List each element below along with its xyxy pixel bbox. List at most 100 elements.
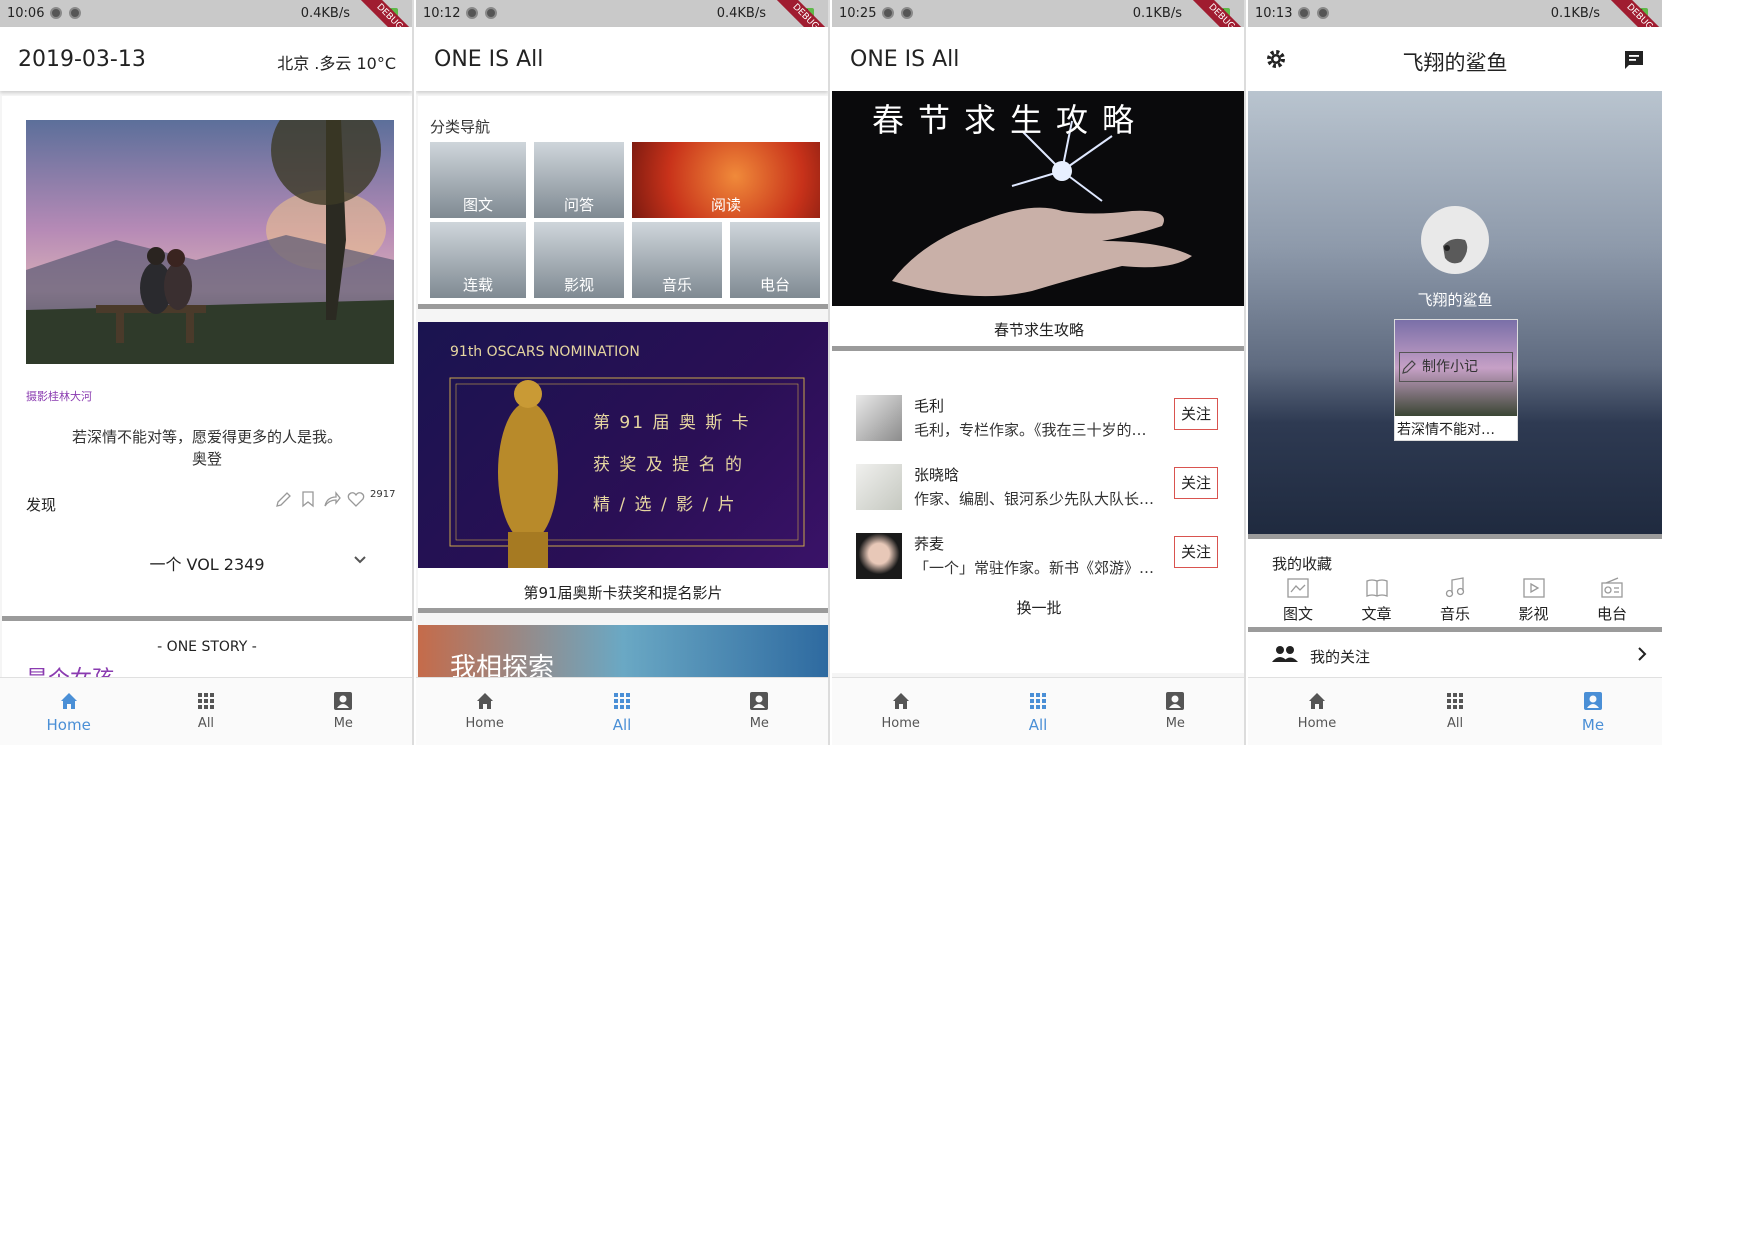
apps-grid-icon: [1444, 690, 1466, 712]
story-card[interactable]: - ONE STORY - 是个女孩: [2, 621, 412, 692]
nav-all[interactable]: All: [553, 678, 690, 745]
status-notification-icons: [466, 7, 497, 19]
account-box-icon: [1582, 690, 1604, 712]
follow-button[interactable]: 关注: [1174, 467, 1218, 499]
page-title: ONE IS All: [850, 47, 960, 72]
quote-author: 奥登: [191, 450, 222, 468]
status-bar: 10:25 0.1KB/s 75 DEBUG: [832, 0, 1244, 55]
bottom-nav: Home All Me: [0, 677, 412, 745]
image-text-icon: [1286, 578, 1310, 603]
author-avatar[interactable]: [856, 464, 902, 510]
category-tuwen[interactable]: 图文: [430, 142, 526, 218]
category-nav-title: 分类导航: [430, 118, 491, 136]
category-yingshi[interactable]: 影视: [534, 222, 624, 298]
nav-home-label: Home: [46, 716, 91, 734]
following-label: 我的关注: [1310, 648, 1371, 666]
message-icon[interactable]: [1622, 48, 1646, 76]
photo-credit[interactable]: 摄影桂林大河: [26, 388, 92, 404]
collection-yingshi[interactable]: 影视: [1504, 577, 1564, 624]
chevron-down-icon[interactable]: [352, 552, 368, 572]
phone-me-screen: 10:13 0.1KB/s 66 DEBUG 飞翔的鲨鱼 飞翔的鲨鱼 制作小记 …: [1248, 0, 1662, 745]
share-icon[interactable]: [322, 489, 342, 513]
collection-tuwen[interactable]: 图文: [1268, 577, 1328, 624]
explore-banner[interactable]: 我相探索: [418, 625, 828, 677]
chevron-right-icon[interactable]: [1636, 646, 1648, 666]
nav-me-label: Me: [333, 716, 353, 731]
account-box-icon: [332, 690, 354, 712]
book-icon: [1365, 579, 1389, 603]
category-lianzai[interactable]: 连载: [430, 222, 526, 298]
nav-me[interactable]: Me: [275, 678, 412, 745]
nav-me-label: Me: [1581, 716, 1605, 734]
account-box-icon: [748, 690, 770, 712]
pencil-icon[interactable]: [274, 489, 294, 513]
collection-diantai[interactable]: 电台: [1582, 577, 1642, 624]
following-row[interactable]: 我的关注: [1248, 632, 1662, 677]
heart-icon[interactable]: [346, 489, 366, 513]
nav-all[interactable]: All: [969, 678, 1106, 745]
follow-button[interactable]: 关注: [1174, 536, 1218, 568]
author-desc: 作家、编剧、银河系少先队大队长…: [914, 490, 1155, 508]
account-box-icon: [1164, 690, 1186, 712]
username[interactable]: 飞翔的鲨鱼: [1248, 289, 1662, 310]
category-yinyue[interactable]: 音乐: [632, 222, 722, 298]
status-notification-icons: [1298, 7, 1329, 19]
oscars-banner[interactable]: 91th OSCARS NOMINATION 第 91 届 奥 斯 卡 获 奖 …: [418, 322, 828, 568]
nav-all-label: All: [197, 716, 215, 731]
category-nav-card: 分类导航 图文 问答 阅读 连载 影视 音乐 电台: [418, 96, 828, 304]
collection-wenzhang[interactable]: 文章: [1347, 577, 1407, 624]
author-name[interactable]: 荞麦: [914, 533, 944, 554]
author-avatar[interactable]: [856, 533, 902, 579]
category-yuedu[interactable]: 阅读: [632, 142, 820, 218]
nav-all-label: All: [1028, 716, 1048, 734]
nav-me[interactable]: Me: [1524, 678, 1662, 745]
nav-all-label: All: [612, 716, 632, 734]
nav-home-label: Home: [881, 716, 920, 731]
status-time: 10:25: [839, 6, 877, 21]
home-icon: [1306, 690, 1328, 712]
nav-home[interactable]: Home: [1248, 678, 1386, 745]
nav-all[interactable]: All: [137, 678, 274, 745]
featured-card[interactable]: 制作小记 若深情不能对…: [1394, 319, 1518, 441]
author-avatar[interactable]: [856, 395, 902, 441]
nav-home[interactable]: Home: [0, 678, 137, 745]
app-bar: ONE IS All: [832, 27, 1244, 91]
author-name[interactable]: 毛利: [914, 395, 944, 416]
bookmark-icon[interactable]: [298, 489, 318, 513]
nav-home[interactable]: Home: [416, 678, 553, 745]
status-network-speed: 0.4KB/s: [300, 6, 350, 21]
collection-yinyue[interactable]: 音乐: [1425, 577, 1485, 624]
daily-photo[interactable]: [26, 120, 394, 364]
page-title: 2019-03-13: [18, 47, 146, 72]
video-icon: [1522, 578, 1546, 603]
nav-home-label: Home: [1297, 716, 1337, 731]
follow-button[interactable]: 关注: [1174, 398, 1218, 430]
profile-header: 飞翔的鲨鱼 制作小记 若深情不能对…: [1248, 91, 1662, 534]
collection-row: 图文 文章 音乐 影视 电台: [1268, 577, 1642, 624]
nav-all[interactable]: All: [1386, 678, 1524, 745]
status-network-speed: 0.1KB/s: [1550, 6, 1600, 21]
daily-card[interactable]: 摄影桂林大河 若深情不能对等，愿爱得更多的人是我。 奥登 发现 2917 一个 …: [2, 96, 412, 616]
category-diantai[interactable]: 电台: [730, 222, 820, 298]
nav-me[interactable]: Me: [691, 678, 828, 745]
vol-selector[interactable]: 一个 VOL 2349: [2, 551, 412, 575]
bottom-nav: Home All Me: [416, 677, 828, 745]
story-header: - ONE STORY -: [157, 639, 257, 655]
status-notification-icons: [50, 7, 81, 19]
spring-festival-banner[interactable]: 春节求生攻略: [832, 91, 1244, 306]
status-time: 10:13: [1255, 6, 1293, 21]
status-bar: 10:13 0.1KB/s 66 DEBUG: [1248, 0, 1662, 55]
discover-label[interactable]: 发现: [26, 494, 56, 515]
page-title: ONE IS All: [434, 47, 544, 72]
refresh-authors-button[interactable]: 换一批: [832, 597, 1244, 618]
apps-grid-icon: [195, 690, 217, 712]
author-name[interactable]: 张晓晗: [914, 464, 959, 485]
category-wenda[interactable]: 问答: [534, 142, 624, 218]
music-icon: [1443, 577, 1467, 603]
avatar[interactable]: [1421, 206, 1489, 274]
status-network-speed: 0.1KB/s: [1132, 6, 1182, 21]
nav-me[interactable]: Me: [1107, 678, 1244, 745]
nav-home[interactable]: Home: [832, 678, 969, 745]
bottom-nav: Home All Me: [832, 677, 1244, 745]
oscars-caption: 第91届奥斯卡获奖和提名影片: [523, 584, 723, 602]
